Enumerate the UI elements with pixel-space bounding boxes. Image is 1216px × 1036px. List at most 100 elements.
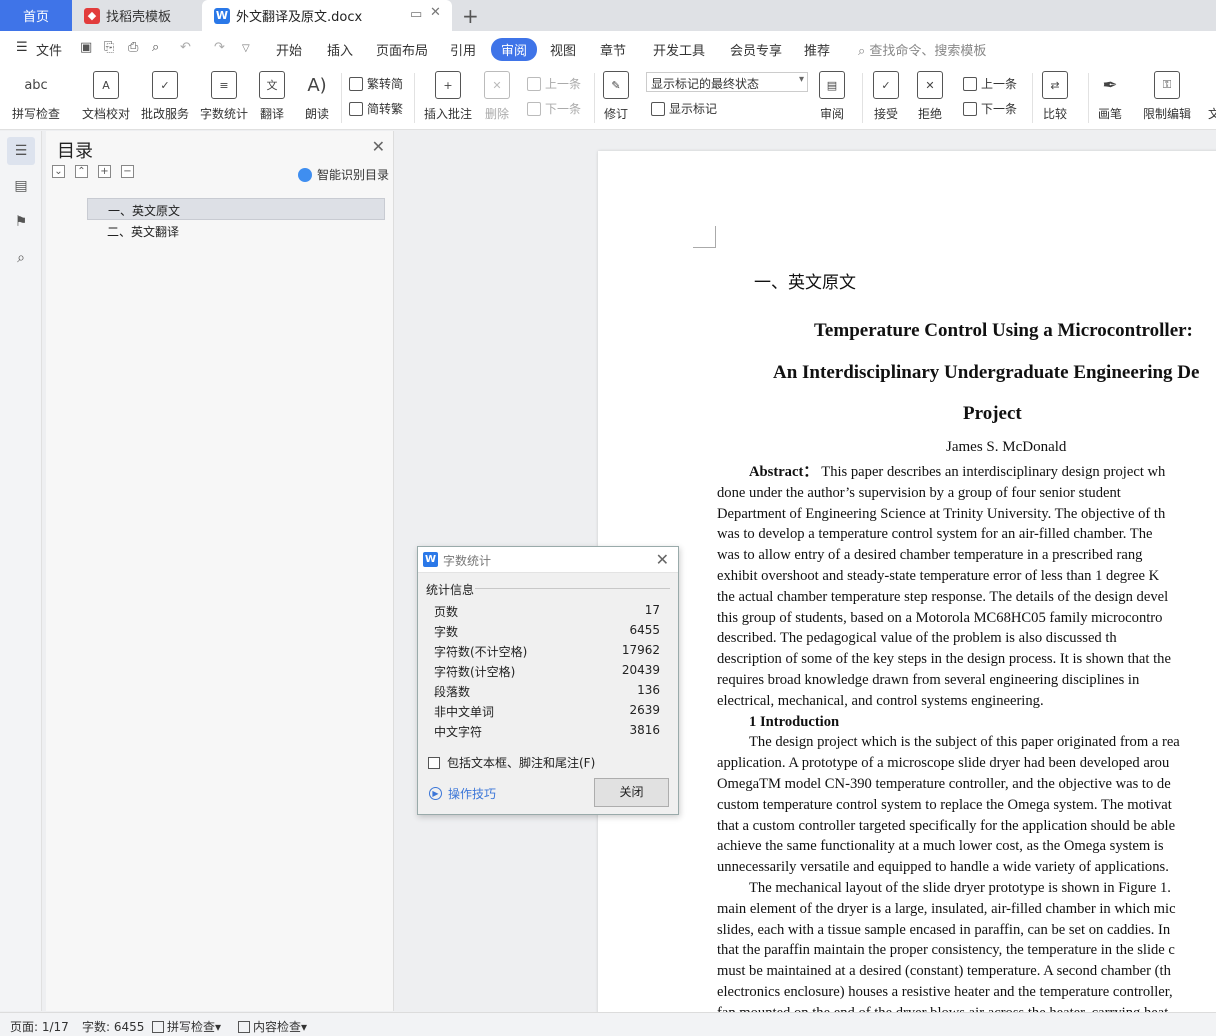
save-icon[interactable]: ▣ — [80, 40, 92, 55]
expand-all-icon[interactable]: ⌄ — [52, 165, 65, 178]
collapse-all-icon[interactable]: ⌃ — [75, 165, 88, 178]
paragraph-line: the actual chamber temperature step resp… — [717, 587, 1216, 608]
compare-icon: ⇄ — [1042, 71, 1068, 99]
stat-row: 中文字符 3816 — [434, 723, 660, 740]
stat-label: 字数 — [434, 625, 459, 639]
trad-to-simp-button[interactable]: 繁转简 — [349, 75, 403, 92]
simp-to-trad-icon — [349, 101, 363, 116]
smart-toc-button[interactable]: 智能识别目录 — [297, 166, 389, 183]
pin-window-icon[interactable]: ▭ — [410, 7, 422, 22]
review-service-button[interactable]: ✓ 批改服务 — [141, 71, 189, 122]
menu-review[interactable]: 审阅 — [491, 38, 538, 61]
insert-comment-button[interactable]: + 插入批注 — [424, 71, 472, 122]
ribbon-divider — [341, 73, 342, 123]
close-button[interactable]: 关闭 — [594, 778, 669, 807]
page-indicator[interactable]: 页面: 1/17 — [10, 1018, 69, 1035]
stat-row: 段落数 136 — [434, 683, 660, 700]
prev-change-icon — [963, 76, 977, 91]
bookmark-icon[interactable]: ⚑ — [10, 211, 32, 233]
word-count-status[interactable]: 字数: 6455 — [82, 1018, 144, 1035]
menu-member[interactable]: 会员专享 — [730, 40, 782, 59]
text-run: Department of Engineering Science at Tri… — [717, 505, 1166, 522]
chapter-nav-icon[interactable]: ▤ — [10, 175, 32, 197]
include-textbox-checkbox[interactable]: 包括文本框、脚注和尾注(F) — [428, 754, 595, 771]
toc-item-english-translation[interactable]: 二、英文翻译 — [87, 220, 385, 242]
word-count-dialog: W 字数统计 ✕ 统计信息 页数 17 字数 6455 字符数(不计空格) 17962 字符… — [417, 546, 679, 815]
menu-developer[interactable]: 开发工具 — [653, 40, 705, 59]
prev-change-button[interactable]: 上一条 — [963, 75, 1017, 92]
text-run: that the paraffin maintain the proper co… — [717, 942, 1175, 959]
tab-document[interactable]: W 外文翻译及原文.docx ▭ ✕ — [202, 0, 452, 31]
stat-value: 2639 — [629, 703, 660, 717]
undo-icon[interactable]: ↶ — [180, 40, 191, 55]
toc-panel-icon[interactable]: ☰ — [7, 137, 35, 165]
chevron-down-icon: ▾ — [798, 74, 804, 85]
text-run: that a custom controller targeted specif… — [717, 817, 1176, 834]
tab-template[interactable]: ◆ 找稻壳模板 — [72, 0, 200, 31]
stats-group-label: 统计信息 — [426, 583, 475, 597]
demote-icon[interactable]: − — [121, 165, 134, 178]
menu-start[interactable]: 开始 — [276, 40, 302, 59]
tab-home[interactable]: 首页 — [0, 0, 72, 31]
text-run: electrical, mechanical, and control syst… — [717, 692, 1044, 709]
pen-label: 画笔 — [1097, 107, 1122, 121]
read-aloud-button[interactable]: A) 朗读 — [304, 71, 330, 122]
menu-recommend[interactable]: 推荐 — [804, 40, 830, 59]
compare-button[interactable]: ⇄ 比较 — [1042, 71, 1068, 122]
menu-insert[interactable]: 插入 — [327, 40, 353, 59]
next-comment-button[interactable]: 下一条 — [527, 100, 581, 117]
hamburger-icon[interactable]: ☰ — [16, 40, 28, 55]
paper-body: Abstract： This paper describes an interd… — [717, 462, 1216, 1021]
stat-label: 页数 — [434, 605, 459, 619]
close-icon[interactable]: ✕ — [656, 550, 669, 569]
menu-page-layout[interactable]: 页面布局 — [376, 40, 428, 59]
reject-button[interactable]: ✕ 拒绝 — [917, 71, 943, 122]
stat-row: 字符数(计空格) 20439 — [434, 663, 660, 680]
menu-view[interactable]: 视图 — [550, 40, 576, 59]
review-pane-button[interactable]: ▤ 审阅 — [819, 71, 845, 122]
menu-section[interactable]: 章节 — [600, 40, 626, 59]
new-tab-icon[interactable]: + — [462, 4, 479, 28]
delete-comment-button[interactable]: ✕ 删除 — [484, 71, 510, 122]
simp-to-trad-button[interactable]: 简转繁 — [349, 100, 403, 117]
menu-file[interactable]: 文件 — [36, 40, 62, 59]
track-changes-button[interactable]: ✎ 修订 — [603, 71, 629, 122]
paragraph-line: described. The pedagogical value of the … — [717, 628, 1216, 649]
proofread-button[interactable]: A 文档校对 — [82, 71, 130, 122]
spell-check-label: 拼写检查 — [12, 107, 61, 121]
menu-references[interactable]: 引用 — [450, 40, 476, 59]
translate-button[interactable]: 文翻译 — [259, 71, 285, 122]
document-page[interactable]: 一、英文原文 Temperature Control Using a Micro… — [598, 151, 1216, 1021]
print-icon[interactable]: ⎙ — [128, 40, 138, 55]
promote-icon[interactable]: + — [98, 165, 111, 178]
find-icon[interactable]: ⌕ — [10, 247, 32, 269]
markup-state-select[interactable]: 显示标记的最终状态 ▾ — [646, 72, 808, 92]
ribbon-divider — [1032, 73, 1033, 123]
redo-icon[interactable]: ↷ — [214, 40, 225, 55]
text-run: exhibit overshoot and steady-state tempe… — [717, 567, 1160, 584]
show-markup-button[interactable]: 显示标记 — [651, 100, 717, 117]
spell-check-status[interactable]: 拼写检查 ▾ — [152, 1018, 221, 1035]
word-count-button[interactable]: ≡ 字数统计 — [200, 71, 248, 122]
command-search[interactable]: ⌕ 查找命令、搜索模板 — [858, 40, 986, 59]
prev-comment-button[interactable]: 上一条 — [527, 75, 581, 92]
document-permission-button[interactable]: 文 — [1201, 71, 1216, 122]
tips-link[interactable]: ▶ 操作技巧 — [429, 785, 496, 802]
close-tab-icon[interactable]: ✕ — [430, 5, 441, 20]
spell-check-button[interactable]: abc 拼写检查 — [12, 71, 60, 122]
content-check-status[interactable]: 内容检查 ▾ — [238, 1018, 307, 1035]
menu-bar: ☰ 文件 ▣ ⎘ ⎙ ⌕ ↶ ↷ ▽ 开始 插入 页面布局 引用 审阅 视图 章… — [0, 31, 1216, 67]
print-preview-icon[interactable]: ⌕ — [152, 40, 159, 55]
toc-item-english-original[interactable]: 一、英文原文 — [87, 198, 385, 220]
pen-button[interactable]: ✒ 画笔 — [1097, 71, 1123, 122]
customize-qat-icon[interactable]: ▽ — [242, 43, 250, 54]
paragraph-line: The design project which is the subject … — [717, 732, 1216, 753]
accept-icon: ✓ — [873, 71, 899, 99]
close-icon[interactable]: ✕ — [372, 137, 385, 156]
spell-check-icon: abc — [23, 71, 49, 99]
paragraph-line: The mechanical layout of the slide dryer… — [717, 878, 1216, 899]
export-pdf-icon[interactable]: ⎘ — [104, 40, 114, 55]
restrict-edit-button[interactable]: ⚿ 限制编辑 — [1143, 71, 1191, 122]
next-change-button[interactable]: 下一条 — [963, 100, 1017, 117]
accept-button[interactable]: ✓ 接受 — [873, 71, 899, 122]
